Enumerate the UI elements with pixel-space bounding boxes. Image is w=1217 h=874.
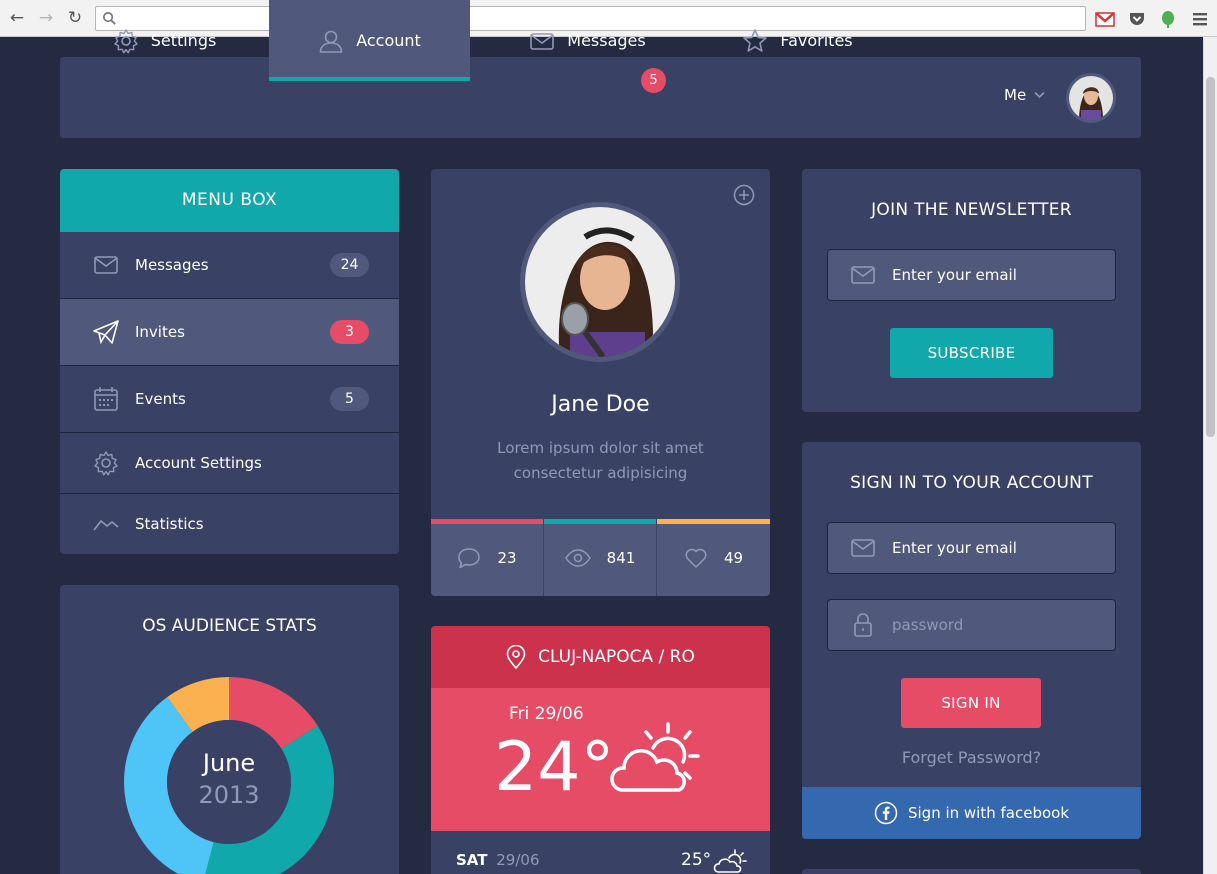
stat-value: 841 — [606, 548, 636, 567]
signin-password-placeholder: password — [892, 616, 964, 634]
signin-button[interactable]: SIGN IN — [901, 678, 1041, 728]
envelope-icon — [850, 264, 876, 286]
forecast-day: SAT 29/06 — [456, 851, 540, 869]
paper-plane-icon — [93, 319, 119, 345]
audience-stats-title: OS AUDIENCE STATS — [142, 616, 317, 636]
user-menu[interactable]: Me — [1004, 86, 1045, 104]
forecast-day-name: SAT — [456, 851, 488, 869]
menu-box-title: MENU BOX — [60, 169, 399, 232]
subscribe-button[interactable]: SUBSCRIBE — [890, 328, 1053, 378]
facebook-signin-button[interactable]: Sign in with facebook — [802, 787, 1141, 839]
count-badge: 24 — [330, 253, 369, 277]
stat-views[interactable]: 841 — [544, 519, 656, 596]
stat-value: 23 — [497, 548, 517, 567]
lock-icon — [850, 613, 876, 637]
chevron-down-icon — [1034, 91, 1045, 99]
weather-location-header: CLUJ-NAPOCA / RO — [431, 626, 770, 688]
add-circle-icon[interactable] — [733, 184, 755, 206]
avatar-image — [1069, 76, 1113, 120]
envelope-icon — [93, 252, 119, 278]
newsletter-title: JOIN THE NEWSLETTER — [871, 200, 1072, 220]
tab-favorites[interactable]: Favorites — [705, 0, 890, 81]
avatar[interactable] — [1066, 73, 1116, 123]
weather-date: Fri 29/06 — [509, 704, 584, 724]
facebook-signin-label: Sign in with facebook — [907, 804, 1070, 822]
tab-messages-label: Messages — [567, 31, 646, 50]
menu-item-events[interactable]: Events 5 — [60, 366, 399, 433]
next-card — [802, 869, 1141, 874]
menu-item-messages[interactable]: Messages 24 — [60, 232, 399, 299]
donut-year: 2013 — [198, 781, 260, 809]
tab-settings[interactable]: Settings — [60, 0, 269, 81]
signin-title: SIGN IN TO YOUR ACCOUNT — [850, 473, 1093, 493]
profile-photo — [520, 202, 680, 362]
scrollbar-thumb[interactable] — [1206, 77, 1215, 437]
weather-location: CLUJ-NAPOCA / RO — [538, 647, 695, 667]
weather-temperature: 24° — [494, 728, 615, 807]
evernote-icon[interactable] — [1158, 9, 1178, 29]
menu-item-label: Messages — [135, 256, 209, 274]
menu-item-invites[interactable]: Invites 3 — [60, 299, 399, 366]
partly-cloudy-icon — [610, 722, 700, 792]
signin-email-field[interactable]: Enter your email — [827, 522, 1116, 574]
menu-item-label: Statistics — [135, 515, 204, 533]
menu-item-label: Invites — [135, 323, 185, 341]
user-menu-label: Me — [1004, 86, 1027, 104]
profile-description-line: Lorem ipsum dolor sit amet — [497, 439, 704, 457]
signin-password-field[interactable]: password — [827, 599, 1116, 651]
eye-icon — [564, 548, 591, 567]
menu-icon[interactable] — [1190, 9, 1210, 29]
stat-color-bar — [657, 519, 770, 524]
menu-item-statistics[interactable]: Statistics — [60, 494, 399, 554]
heart-icon — [685, 548, 707, 568]
facebook-icon — [874, 801, 898, 825]
profile-description-line: consectetur adipisicing — [513, 464, 688, 482]
newsletter-email-field[interactable]: Enter your email — [827, 249, 1116, 301]
stat-value: 49 — [723, 548, 744, 567]
gear-icon — [113, 28, 138, 53]
gear-icon — [93, 450, 119, 476]
pocket-icon[interactable] — [1127, 9, 1147, 29]
menu-item-account-settings[interactable]: Account Settings — [60, 433, 399, 494]
map-pin-icon — [506, 645, 526, 669]
profile-photo-image — [525, 207, 675, 357]
signin-email-placeholder: Enter your email — [892, 539, 1017, 557]
forecast-temp: 25° — [681, 850, 712, 870]
messages-badge: 5 — [641, 68, 666, 93]
forgot-password-link[interactable]: Forget Password? — [802, 748, 1141, 767]
scrollbar[interactable] — [1203, 37, 1217, 874]
tab-settings-label: Settings — [150, 31, 217, 50]
donut-month: June — [202, 749, 256, 777]
tab-messages[interactable]: Messages — [470, 0, 705, 81]
user-icon — [319, 30, 343, 53]
stat-color-bar — [544, 519, 656, 524]
menu-item-label: Account Settings — [135, 454, 262, 472]
newsletter-email-placeholder: Enter your email — [892, 266, 1017, 284]
envelope-icon — [850, 537, 876, 559]
calendar-icon — [93, 386, 119, 412]
tab-favorites-label: Favorites — [780, 31, 853, 50]
count-badge: 3 — [330, 320, 369, 344]
menu-item-label: Events — [135, 390, 186, 408]
chart-line-icon — [93, 511, 119, 537]
tab-account-label: Account — [356, 31, 421, 50]
partly-cloudy-icon — [713, 849, 747, 873]
forecast-date: 29/06 — [496, 851, 540, 869]
comment-icon — [458, 547, 481, 568]
stat-likes[interactable]: 49 — [657, 519, 770, 596]
gmail-icon[interactable] — [1095, 9, 1115, 29]
back-icon[interactable]: ← — [6, 8, 28, 28]
stat-comments[interactable]: 23 — [431, 519, 543, 596]
forward-icon[interactable]: → — [35, 8, 57, 28]
tab-account[interactable]: Account — [269, 0, 470, 81]
profile-name: Jane Doe — [551, 392, 650, 417]
profile-description: Lorem ipsum dolor sit amet consectetur a… — [431, 436, 770, 486]
stat-color-bar — [431, 519, 543, 524]
envelope-icon — [530, 32, 555, 50]
star-icon — [743, 28, 768, 52]
count-badge: 5 — [330, 387, 369, 411]
